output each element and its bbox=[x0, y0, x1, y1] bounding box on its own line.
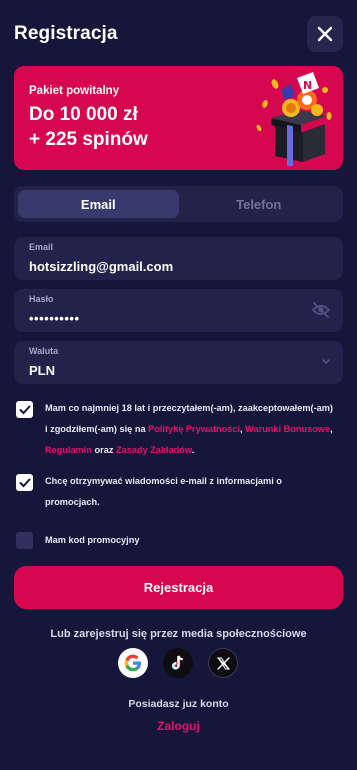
password-field[interactable]: Hasło •••••••••• bbox=[14, 289, 343, 332]
x-login-button[interactable] bbox=[208, 648, 238, 678]
currency-label: Waluta bbox=[29, 346, 59, 356]
rules-link[interactable]: Regulamin bbox=[45, 445, 92, 455]
promo-spins: + 225 spinów bbox=[29, 129, 148, 150]
betting-rules-link[interactable]: Zasady Zakładów bbox=[116, 445, 192, 455]
password-value[interactable]: •••••••••• bbox=[29, 311, 80, 326]
tab-email[interactable]: Email bbox=[18, 190, 179, 218]
chevron-down-icon bbox=[322, 359, 330, 365]
marketing-consent: Chcę otrzymywać wiadomości e-mail z info… bbox=[16, 473, 338, 513]
google-icon bbox=[124, 654, 141, 672]
checkmark-icon bbox=[19, 405, 30, 414]
register-button[interactable]: Rejestracja bbox=[14, 566, 343, 609]
tab-phone[interactable]: Telefon bbox=[179, 190, 340, 218]
marketing-checkbox[interactable] bbox=[16, 474, 33, 491]
terms-end: . bbox=[191, 445, 195, 455]
terms-text: Mam co najmniej 18 lat i przeczytałem(-a… bbox=[45, 398, 338, 461]
close-icon bbox=[317, 26, 333, 42]
password-label: Hasło bbox=[29, 294, 54, 304]
promo-code-checkbox[interactable] bbox=[16, 532, 33, 549]
email-label: Email bbox=[29, 242, 54, 252]
welcome-package-banner: Pakiet powitalny Do 10 000 zł + 225 spin… bbox=[14, 66, 343, 170]
terms-separator: , bbox=[330, 424, 333, 434]
terms-and: oraz bbox=[91, 445, 116, 455]
currency-value: PLN bbox=[29, 363, 55, 378]
terms-checkbox[interactable] bbox=[16, 401, 33, 418]
promo-code-option: Mam kod promocyjny bbox=[16, 532, 338, 551]
x-icon bbox=[216, 656, 230, 670]
promo-code-label: Mam kod promocyjny bbox=[45, 535, 140, 545]
promo-amount: Do 10 000 zł bbox=[29, 104, 138, 125]
currency-select[interactable]: Waluta PLN bbox=[14, 341, 343, 384]
registration-method-tabs: Email Telefon bbox=[14, 186, 343, 222]
checkmark-icon bbox=[19, 478, 30, 487]
header: Registracja bbox=[14, 16, 343, 52]
promo-subtitle: Pakiet powitalny bbox=[29, 85, 120, 97]
bonus-terms-link[interactable]: Warunki Bonusowe bbox=[245, 424, 330, 434]
marketing-text: Chcę otrzymywać wiadomości e-mail z info… bbox=[45, 476, 282, 507]
page-title: Registracja bbox=[14, 23, 118, 44]
google-login-button[interactable] bbox=[118, 648, 148, 678]
login-link[interactable]: Zaloguj bbox=[0, 719, 357, 733]
privacy-policy-link[interactable]: Politykę Prywatności bbox=[148, 424, 240, 434]
tiktok-login-button[interactable] bbox=[163, 648, 193, 678]
tiktok-icon bbox=[171, 655, 183, 670]
email-value[interactable]: hotsizzling@gmail.com bbox=[29, 259, 173, 274]
terms-consent: Mam co najmniej 18 lat i przeczytałem(-a… bbox=[16, 400, 338, 461]
gift-box-illustration: N bbox=[256, 72, 332, 166]
social-login-title: Lub zarejestruj się przez media społeczn… bbox=[50, 628, 307, 640]
svg-text:N: N bbox=[303, 79, 312, 92]
have-account-text: Posiadasz juz konto bbox=[128, 698, 229, 710]
email-field[interactable]: Email hotsizzling@gmail.com bbox=[14, 237, 343, 280]
eye-off-icon[interactable] bbox=[311, 302, 331, 318]
close-button[interactable] bbox=[307, 16, 343, 52]
